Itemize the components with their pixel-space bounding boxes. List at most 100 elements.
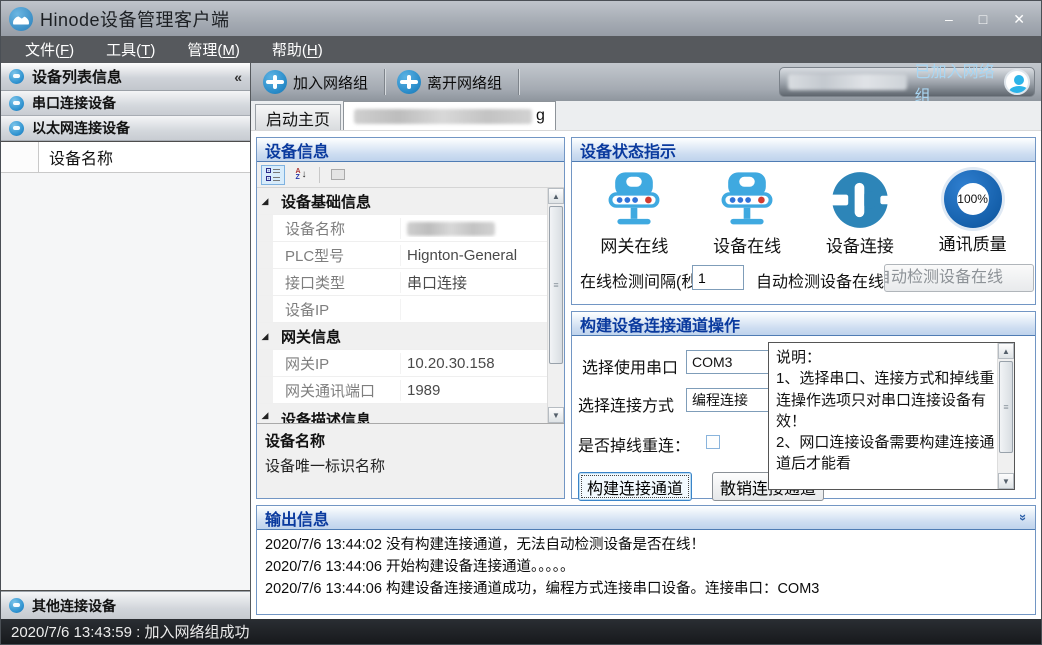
sidebar-item-label: 以太网连接设备: [32, 118, 130, 138]
title-bar: Hinode设备管理客户端 – □ ✕: [1, 1, 1041, 36]
panel-title: 设备状态指示: [580, 138, 676, 162]
instructions-scrollbar[interactable]: ▲ ≡ ▼: [997, 343, 1014, 489]
menu-manage[interactable]: 管理(M): [173, 36, 254, 63]
interval-input[interactable]: [692, 265, 744, 290]
device-info-header: 设备信息: [257, 138, 564, 162]
device-online-icon: [716, 170, 778, 230]
property-group-gateway[interactable]: ◢ 网关信息: [257, 323, 547, 350]
property-group-basic[interactable]: ◢ 设备基础信息: [257, 188, 547, 215]
sidebar-item-ethernet-devices[interactable]: 以太网连接设备: [1, 116, 250, 141]
menu-tools[interactable]: 工具(T): [92, 36, 169, 63]
output-log[interactable]: 2020/7/6 13:44:02 没有构建连接通道，无法自动检测设备是否在线！…: [257, 530, 1035, 614]
description-title: 设备名称: [265, 430, 556, 451]
alphabetical-sort-button[interactable]: AZ ↓: [289, 165, 313, 185]
expand-arrow-icon: ◢: [262, 196, 269, 207]
device-list-body[interactable]: [1, 173, 250, 590]
leave-network-icon: [397, 70, 421, 94]
property-row-interface-type[interactable]: 接口类型 串口连接: [257, 269, 547, 296]
build-channel-button[interactable]: 构建连接通道: [578, 472, 692, 501]
main-toolbar: 加入网络组 离开网络组 已加入网络组: [251, 63, 1041, 101]
auto-detect-label: 自动检测设备在线: [756, 268, 884, 292]
property-grid-scrollbar[interactable]: ▲ ≡ ▼: [547, 188, 564, 423]
property-grid: ◢ 设备基础信息 设备名称 PLC型号: [257, 188, 564, 424]
property-row-device-name[interactable]: 设备名称: [257, 215, 547, 242]
property-row-plc-model[interactable]: PLC型号 Hignton-General: [257, 242, 547, 269]
property-group-description[interactable]: ◢ 设备描述信息: [257, 404, 547, 424]
categorized-view-button[interactable]: + +: [261, 165, 285, 185]
serial-device-icon: [9, 96, 24, 111]
instructions-box: 说明： 1、选择串口、连接方式和掉线重连操作选项只对串口连接设备有效！ 2、网口…: [768, 342, 1015, 490]
indicator-device-online: 设备在线: [692, 170, 802, 257]
property-pages-button[interactable]: [326, 165, 350, 185]
property-row-device-ip[interactable]: 设备IP: [257, 296, 547, 323]
quality-gauge-icon: 100%: [944, 170, 1002, 228]
indicator-gateway-online: 网关在线: [579, 170, 689, 257]
scroll-up-icon[interactable]: ▲: [998, 343, 1014, 359]
gateway-online-icon: [603, 170, 665, 230]
quality-value: 100%: [957, 183, 989, 215]
scroll-down-icon[interactable]: ▼: [548, 407, 564, 423]
menu-bar: 文件(F) 工具(T) 管理(M) 帮助(H): [1, 36, 1041, 63]
window-controls: – □ ✕: [945, 12, 1033, 26]
menu-help[interactable]: 帮助(H): [258, 36, 337, 63]
log-line: 2020/7/6 13:44:02 没有构建连接通道，无法自动检测设备是否在线！: [265, 535, 1027, 557]
minimize-button[interactable]: –: [945, 12, 953, 26]
property-pages-icon: [331, 169, 345, 180]
sidebar-item-other-devices[interactable]: 其他连接设备: [1, 591, 250, 619]
sidebar-collapse-icon[interactable]: «: [234, 69, 242, 85]
expand-arrow-icon: ◢: [262, 410, 269, 421]
detect-interval-row: 在线检测间隔(秒 自动检测设备在线 自动检测设备在线: [572, 263, 1035, 295]
panel-title: 输出信息: [265, 506, 329, 530]
maximize-button[interactable]: □: [979, 12, 987, 26]
reconnect-checkbox[interactable]: [706, 435, 720, 449]
device-name-column-header[interactable]: 设备名称: [39, 142, 113, 172]
device-list-icon: [9, 69, 24, 84]
toolbar-separator: [319, 167, 320, 183]
az-sort-icon: AZ: [295, 169, 300, 181]
interval-label: 在线检测间隔(秒: [580, 268, 698, 292]
channel-panel-header: 构建设备连接通道操作: [572, 312, 1035, 336]
menu-file[interactable]: 文件(F): [11, 36, 88, 63]
sidebar-item-serial-devices[interactable]: 串口连接设备: [1, 91, 250, 116]
scrollbar-thumb[interactable]: ≡: [549, 206, 563, 364]
collapse-chevron-icon[interactable]: »: [1016, 514, 1031, 521]
sidebar-header-device-list[interactable]: 设备列表信息 «: [1, 63, 250, 91]
auto-detect-button[interactable]: 自动检测设备在线: [884, 264, 1034, 292]
device-info-panel: 设备信息 + + AZ ↓: [256, 137, 565, 499]
app-window: Hinode设备管理客户端 – □ ✕ 文件(F) 工具(T) 管理(M) 帮助…: [0, 0, 1042, 645]
scroll-up-icon[interactable]: ▲: [548, 188, 564, 204]
device-list-header: 设备名称: [1, 142, 250, 173]
property-grid-toolbar: + + AZ ↓: [257, 162, 564, 188]
leave-network-group-button[interactable]: 离开网络组: [391, 66, 512, 98]
redacted-tab-title: [354, 109, 532, 124]
indicator-comm-quality: 100% 通讯质量: [918, 170, 1028, 257]
expand-arrow-icon: ◢: [262, 331, 269, 342]
device-list-corner-cell: [1, 142, 39, 172]
description-text: 设备唯一标识名称: [265, 455, 556, 476]
scrollbar-thumb[interactable]: ≡: [999, 361, 1013, 453]
user-avatar-icon[interactable]: [1004, 69, 1030, 95]
property-row-gateway-port[interactable]: 网关通讯端口 1989: [257, 377, 547, 404]
network-status-text: 已加入网络组: [915, 58, 996, 106]
redacted-user-info: [788, 74, 907, 90]
property-row-gateway-ip[interactable]: 网关IP 10.20.30.158: [257, 350, 547, 377]
tab-device-active[interactable]: g: [343, 101, 556, 130]
tab-home[interactable]: 启动主页: [255, 104, 341, 130]
channel-operations-panel: 构建设备连接通道操作 选择使用串口 COM3 ▼ 选择连接方式 编: [571, 311, 1036, 499]
panel-title: 构建设备连接通道操作: [580, 312, 740, 336]
sidebar-item-label: 其他连接设备: [32, 596, 116, 616]
redacted-device-name: [407, 222, 495, 236]
serial-port-label: 选择使用串口: [582, 354, 678, 378]
device-status-panel: 设备状态指示: [571, 137, 1036, 305]
sidebar: 设备列表信息 « 串口连接设备 以太网连接设备 设备名称 其他连接设备: [1, 63, 251, 619]
categorized-icon: + +: [266, 168, 280, 181]
app-logo-icon: [9, 7, 33, 31]
close-button[interactable]: ✕: [1013, 12, 1025, 26]
join-network-icon: [263, 70, 287, 94]
sidebar-item-label: 串口连接设备: [32, 93, 116, 113]
scroll-down-icon[interactable]: ▼: [998, 473, 1014, 489]
panel-title: 设备信息: [265, 138, 329, 162]
join-network-group-button[interactable]: 加入网络组: [257, 66, 378, 98]
ethernet-device-icon: [9, 121, 24, 136]
status-indicators: 网关在线: [572, 162, 1035, 257]
